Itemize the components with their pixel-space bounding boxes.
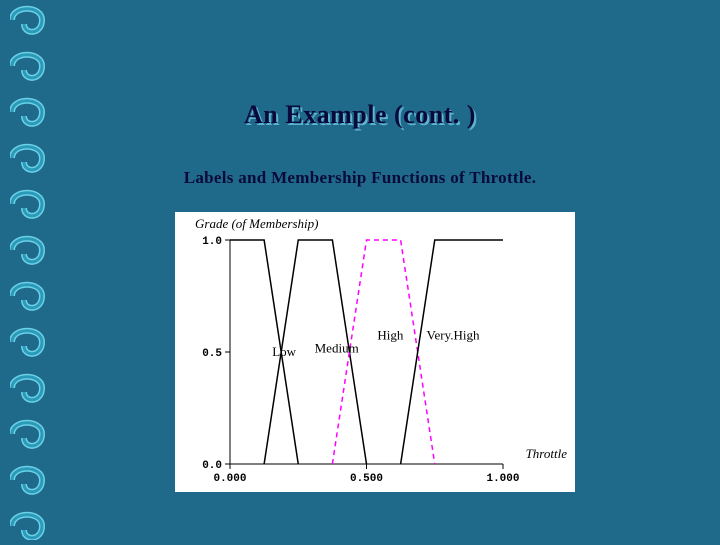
svg-text:0.5: 0.5 bbox=[202, 348, 222, 360]
svg-text:Medium: Medium bbox=[315, 341, 359, 356]
svg-text:1.000: 1.000 bbox=[486, 473, 519, 485]
svg-text:Grade (of Membership): Grade (of Membership) bbox=[195, 216, 318, 231]
svg-text:Throttle: Throttle bbox=[526, 446, 568, 461]
svg-text:0.000: 0.000 bbox=[213, 473, 246, 485]
spiral-binding bbox=[10, 0, 50, 540]
svg-text:Low: Low bbox=[272, 344, 296, 359]
svg-text:0.500: 0.500 bbox=[350, 473, 383, 485]
slide-subtitle: Labels and Membership Functions of Throt… bbox=[0, 168, 720, 188]
svg-text:Very.High: Very.High bbox=[427, 328, 480, 343]
slide-title: An Example (cont. ) bbox=[0, 100, 720, 130]
membership-chart: 0.0 0.5 1.0 0.000 0.500 1.000 Grade (of Member… bbox=[175, 212, 575, 492]
svg-text:1.0: 1.0 bbox=[202, 236, 222, 248]
svg-text:High: High bbox=[377, 328, 404, 343]
svg-text:0.0: 0.0 bbox=[202, 460, 222, 472]
